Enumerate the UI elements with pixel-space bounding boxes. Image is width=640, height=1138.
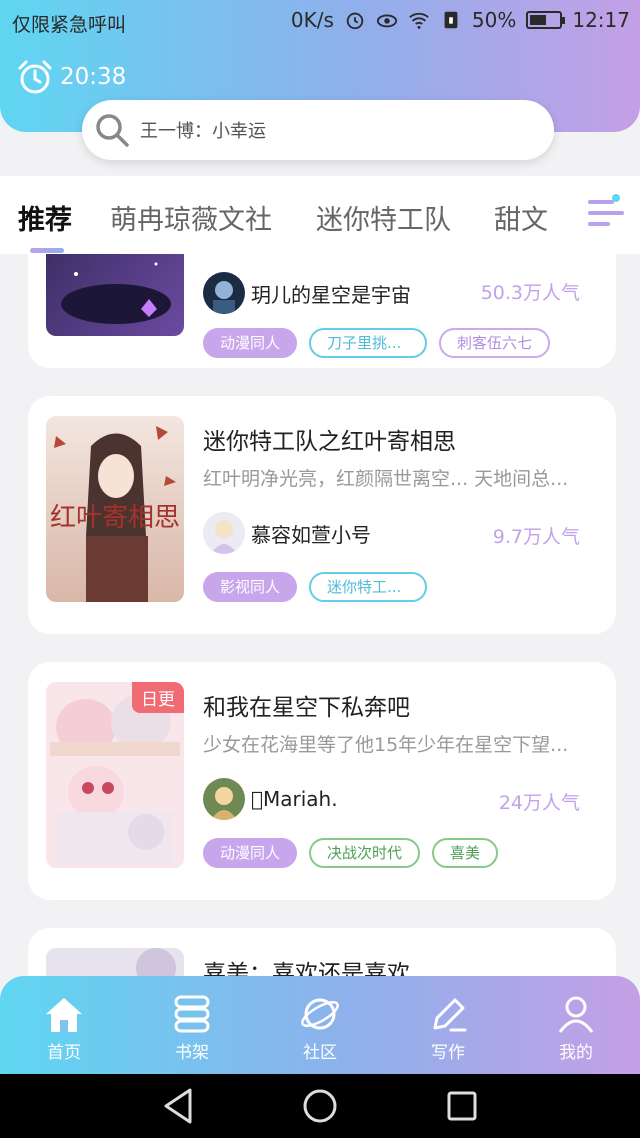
tag[interactable]: 刀子里挑... [309, 328, 428, 358]
clock-time: 12:17 [572, 8, 630, 32]
bottom-nav: 首页 书架 社区 写作 我的 [0, 976, 640, 1074]
book-title: 喜美：喜欢还是喜欢 [203, 961, 410, 976]
home-icon [46, 998, 82, 1032]
alarm-clock-icon [18, 60, 52, 94]
sim-icon [444, 11, 458, 29]
book-card[interactable]: 红叶寄相思 迷你特工队之红叶寄相思 红叶明净光亮，红颜隔世离空... 天地间总.… [28, 396, 616, 634]
author-name: 玥儿的星空是宇宙 [251, 282, 411, 307]
nav-label: 首页 [47, 1043, 81, 1063]
book-cover: 日更 [46, 682, 184, 868]
book-cover [46, 948, 184, 976]
battery-percent: 50% [471, 8, 517, 32]
category-tabs: 推荐 萌冉琼薇文社 迷你特工队 甜文 [0, 176, 640, 254]
status-bar: 仅限紧急呼叫 0K/s 50% 12:17 [0, 0, 640, 44]
avatar [203, 778, 245, 820]
reading-timer[interactable]: 20:38 [16, 58, 126, 96]
search-icon [96, 114, 129, 147]
book-cover [46, 254, 184, 336]
nav-label: 我的 [559, 1043, 593, 1063]
nav-profile[interactable]: 我的 [512, 976, 640, 1074]
book-card[interactable]: 日更 和我在星空下私奔吧 少女在花海里等了他15年少年在星空下望...  Mar… [28, 662, 616, 900]
back-icon[interactable] [164, 1088, 192, 1124]
tab-recommend[interactable]: 推荐 [18, 198, 72, 237]
nav-bookshelf[interactable]: 书架 [128, 976, 256, 1074]
user-icon [558, 996, 594, 1033]
planet-icon [301, 998, 339, 1030]
eye-icon [376, 14, 397, 28]
popularity-count: 50.3万人气 [480, 282, 580, 304]
author-info[interactable]: 慕容如萱小号 [203, 512, 371, 554]
battery-icon [526, 11, 566, 29]
alarm-status-icon [346, 12, 364, 30]
book-title: 和我在星空下私奔吧 [203, 695, 410, 721]
tab-sweet[interactable]: 甜文 [494, 198, 548, 237]
home-circle-icon[interactable] [303, 1089, 337, 1123]
tag[interactable]: 迷你特工... [309, 572, 428, 602]
cover-title-art: 红叶寄相思 [50, 503, 180, 533]
book-title: 迷你特工队之红叶寄相思 [203, 429, 456, 455]
book-card[interactable]: 喜美：喜欢还是喜欢 [28, 928, 616, 976]
book-description: 少女在花海里等了他15年少年在星空下望... [203, 734, 569, 756]
carrier-text: 仅限紧急呼叫 [12, 14, 127, 36]
avatar [203, 512, 245, 554]
tag-row: 影视同人 迷你特工... [203, 572, 428, 602]
tab-mini-agents[interactable]: 迷你特工队 [316, 198, 451, 237]
book-list: 玥儿的星空是宇宙 50.3万人气 动漫同人 刀子里挑... 刺客伍六七 红叶寄相… [0, 254, 640, 976]
popularity-count: 9.7万人气 [492, 526, 580, 548]
popularity-count: 24万人气 [498, 792, 580, 814]
tag[interactable]: 动漫同人 [203, 838, 298, 868]
nav-home[interactable]: 首页 [0, 976, 128, 1074]
pen-icon [433, 998, 467, 1032]
author-name: 慕容如萱小号 [251, 522, 371, 547]
nav-label: 社区 [303, 1043, 337, 1063]
bookshelf-icon [174, 995, 210, 1033]
tag[interactable]: 刺客伍六七 [439, 328, 551, 358]
tag-row: 动漫同人 刀子里挑... 刺客伍六七 [203, 328, 551, 358]
tag-row: 动漫同人 决战次时代 喜美 [203, 838, 499, 868]
category-menu-icon[interactable] [586, 192, 640, 236]
network-speed: 0K/s [290, 8, 334, 32]
tag[interactable]: 喜美 [432, 838, 499, 868]
author-info[interactable]:  Mariah. [203, 778, 338, 820]
author-name:  Mariah. [251, 787, 338, 811]
recents-icon[interactable] [447, 1091, 477, 1121]
nav-write[interactable]: 写作 [384, 976, 512, 1074]
book-card[interactable]: 玥儿的星空是宇宙 50.3万人气 动漫同人 刀子里挑... 刺客伍六七 [28, 254, 616, 368]
tag[interactable]: 决战次时代 [309, 838, 421, 868]
author-info[interactable]: 玥儿的星空是宇宙 [203, 272, 411, 314]
search-input[interactable]: 王一博：小幸运 [140, 117, 266, 143]
daily-update-badge: 日更 [132, 682, 184, 713]
system-nav-bar [0, 1074, 640, 1138]
search-bar[interactable]: 王一博：小幸运 [82, 100, 554, 160]
wifi-icon [409, 12, 429, 29]
nav-community[interactable]: 社区 [256, 976, 384, 1074]
active-tab-indicator [30, 248, 64, 253]
book-cover: 红叶寄相思 [46, 416, 184, 602]
book-description: 红叶明净光亮，红颜隔世离空... 天地间总... [203, 468, 569, 490]
tag[interactable]: 影视同人 [203, 572, 298, 602]
avatar [203, 272, 245, 314]
nav-label: 写作 [431, 1043, 465, 1063]
timer-text: 20:38 [60, 64, 127, 90]
nav-label: 书架 [175, 1043, 209, 1063]
tab-mengran[interactable]: 萌冉琼薇文社 [110, 198, 272, 237]
tag[interactable]: 动漫同人 [203, 328, 298, 358]
